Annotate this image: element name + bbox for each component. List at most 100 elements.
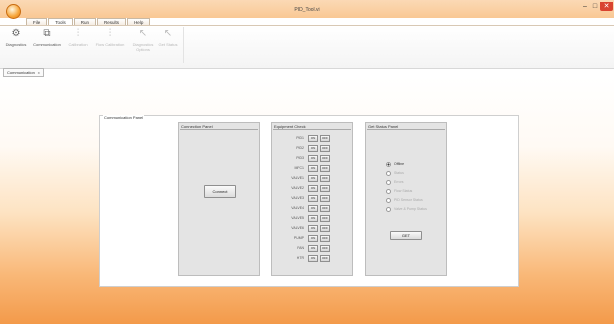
equipment-label: FAN xyxy=(297,246,304,250)
equipment-label: VALVE5 xyxy=(291,216,304,220)
connect-button[interactable]: Connect xyxy=(204,185,236,198)
close-button[interactable]: ✕ xyxy=(600,2,613,11)
status-option-label: Offline xyxy=(394,162,405,166)
gear-icon: ⚙ xyxy=(11,28,21,39)
connection-panel: Connection Panel Connect xyxy=(178,122,260,276)
equipment-label: VALVE4 xyxy=(291,206,304,210)
on-button[interactable]: ON xyxy=(308,255,318,262)
equipment-label: MFC1 xyxy=(294,166,304,170)
equipment-row: PID1 ON OFF xyxy=(272,135,350,142)
equipment-row: MFC1 ON OFF xyxy=(272,165,350,172)
on-button[interactable]: ON xyxy=(308,225,318,232)
on-button[interactable]: ON xyxy=(308,175,318,182)
equipment-label: PID2 xyxy=(296,146,304,150)
equipment-label: VALVE6 xyxy=(291,226,304,230)
equipment-label: PID3 xyxy=(296,156,304,160)
status-option-label: Errors xyxy=(394,180,404,184)
diagnostics-options-button[interactable]: ↖ Diagnostics Options xyxy=(131,28,155,52)
window-title: PID_Tool.vi xyxy=(294,7,320,13)
divider xyxy=(180,129,258,130)
probe-icon: ⫶ xyxy=(76,28,80,39)
flow-calibration-button[interactable]: ⫶ Flow Calibration xyxy=(93,28,127,47)
get-button[interactable]: GET xyxy=(390,231,422,240)
on-button[interactable]: ON xyxy=(308,245,318,252)
equipment-label: VALVE3 xyxy=(291,196,304,200)
status-option-radio[interactable]: Offline xyxy=(386,161,404,167)
on-button[interactable]: ON xyxy=(308,205,318,212)
off-button[interactable]: OFF xyxy=(320,215,330,222)
radio-icon xyxy=(386,161,391,167)
off-button[interactable]: OFF xyxy=(320,235,330,242)
off-button[interactable]: OFF xyxy=(320,255,330,262)
equipment-row: VALVE2 ON OFF xyxy=(272,185,350,192)
status-option-radio[interactable]: PID Sensor Status xyxy=(386,197,423,203)
on-button[interactable]: ON xyxy=(308,195,318,202)
status-option-radio[interactable]: Flow Status xyxy=(386,188,412,194)
communication-panel: Communication Panel Connection Panel Con… xyxy=(99,115,519,287)
divider xyxy=(273,129,351,130)
close-tab-icon[interactable]: x xyxy=(38,70,40,75)
equipment-row: VALVE5 ON OFF xyxy=(272,215,350,222)
radio-icon xyxy=(386,179,391,185)
equipment-label: PUMP xyxy=(293,236,304,240)
network-icon: ⧉ xyxy=(43,28,51,39)
equipment-row: VALVE6 ON OFF xyxy=(272,225,350,232)
status-option-radio[interactable]: Valve & Pump Status xyxy=(386,206,427,212)
off-button[interactable]: OFF xyxy=(320,195,330,202)
off-button[interactable]: OFF xyxy=(320,205,330,212)
equipment-row: VALVE3 ON OFF xyxy=(272,195,350,202)
status-option-radio[interactable]: Status xyxy=(386,170,404,176)
calibration-button[interactable]: ⫶ Calibration xyxy=(65,28,91,47)
minimize-button[interactable]: – xyxy=(580,2,590,11)
off-button[interactable]: OFF xyxy=(320,165,330,172)
equipment-label: HTR xyxy=(296,256,304,260)
on-button[interactable]: ON xyxy=(308,165,318,172)
off-button[interactable]: OFF xyxy=(320,155,330,162)
radio-icon xyxy=(386,170,391,176)
title-bar: PID_Tool.vi – □ ✕ xyxy=(0,0,614,19)
off-button[interactable]: OFF xyxy=(320,245,330,252)
cursor-icon: ↖ xyxy=(163,28,173,39)
equipment-row: PID3 ON OFF xyxy=(272,155,350,162)
on-button[interactable]: ON xyxy=(308,185,318,192)
get-status-button[interactable]: ↖ Get Status xyxy=(157,28,179,47)
radio-icon xyxy=(386,197,391,203)
off-button[interactable]: OFF xyxy=(320,145,330,152)
equipment-check-panel: Equipment Check PID1 ON OFF PID2 ON OFF PID3 ON… xyxy=(271,122,353,276)
maximize-button[interactable]: □ xyxy=(590,2,600,11)
status-option-label: PID Sensor Status xyxy=(394,198,423,202)
equipment-row: FAN ON OFF xyxy=(272,245,350,252)
probe-icon: ⫶ xyxy=(108,28,112,39)
on-button[interactable]: ON xyxy=(308,155,318,162)
on-button[interactable]: ON xyxy=(308,215,318,222)
radio-icon xyxy=(386,206,391,212)
equipment-row: PUMP ON OFF xyxy=(272,235,350,242)
ribbon-separator xyxy=(183,27,184,63)
equipment-label: PID1 xyxy=(296,136,304,140)
off-button[interactable]: OFF xyxy=(320,175,330,182)
equipment-row: VALVE4 ON OFF xyxy=(272,205,350,212)
status-option-label: Status xyxy=(394,171,404,175)
communication-button[interactable]: ⧉ Communication xyxy=(31,28,63,47)
equipment-row: HTR ON OFF xyxy=(272,255,350,262)
document-tab-communication[interactable]: Communication x xyxy=(3,68,44,77)
cursor-icon: ↖ xyxy=(138,28,148,39)
diagnostics-button[interactable]: ⚙ Diagnostics xyxy=(4,28,28,47)
off-button[interactable]: OFF xyxy=(320,225,330,232)
radio-icon xyxy=(386,188,391,194)
divider xyxy=(367,129,445,130)
status-option-label: Flow Status xyxy=(394,189,413,193)
on-button[interactable]: ON xyxy=(308,135,318,142)
equipment-label: VALVE1 xyxy=(291,176,304,180)
ribbon-tabs: File Tools Run Results Help xyxy=(26,18,151,26)
equipment-label: VALVE2 xyxy=(291,186,304,190)
off-button[interactable]: OFF xyxy=(320,185,330,192)
on-button[interactable]: ON xyxy=(308,145,318,152)
status-option-label: Valve & Pump Status xyxy=(394,207,427,211)
on-button[interactable]: ON xyxy=(308,235,318,242)
off-button[interactable]: OFF xyxy=(320,135,330,142)
equipment-row: PID2 ON OFF xyxy=(272,145,350,152)
equipment-row: VALVE1 ON OFF xyxy=(272,175,350,182)
status-option-radio[interactable]: Errors xyxy=(386,179,404,185)
get-status-panel: Get Status Panel Offline Status Errors Flow… xyxy=(365,122,447,276)
